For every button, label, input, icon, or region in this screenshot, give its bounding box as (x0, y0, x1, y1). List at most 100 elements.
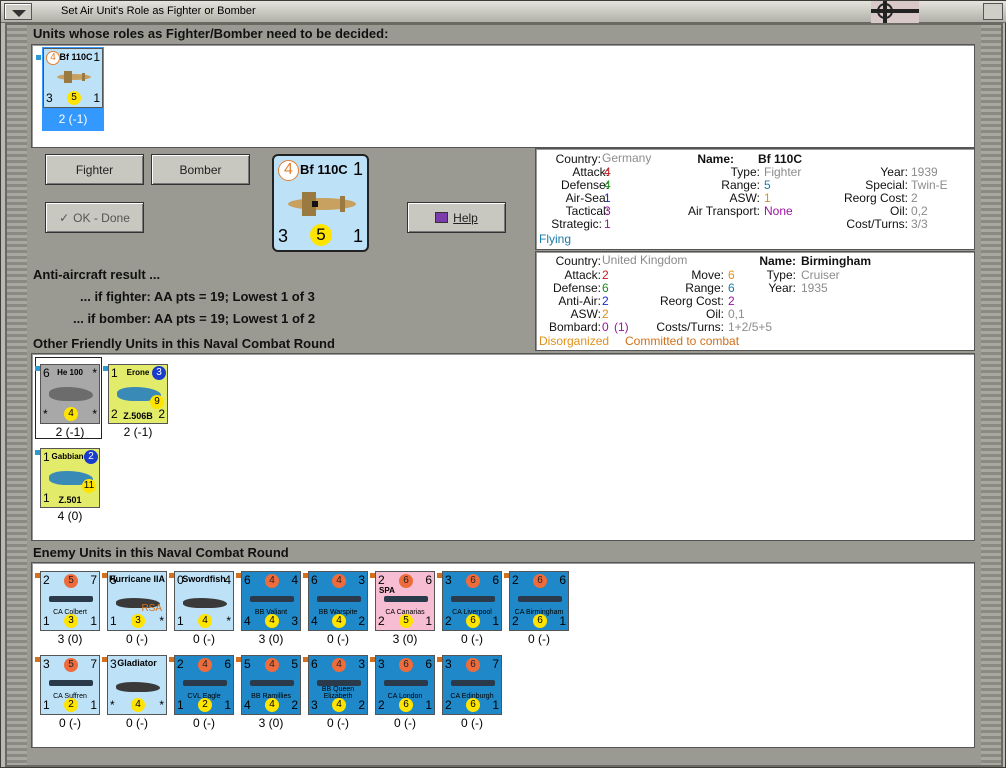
unit-bottom-right: 2 (358, 698, 365, 712)
label-n-type: Type: (766, 268, 796, 282)
label-n-anti-air: Anti-Air: (558, 294, 601, 308)
friendly-unit-counter[interactable]: 6 He 100 * * 4 * (40, 364, 100, 424)
label-defense: Defense: (560, 178, 609, 192)
naval-year: 1935 (801, 281, 828, 295)
unit-bottom-left: 1 (43, 614, 50, 628)
enemy-unit-counter[interactable]: 3 6 7 CA Edinburgh 2 6 1 (442, 655, 502, 715)
air-defense: 4 (604, 178, 611, 192)
ship-silhouette-icon (384, 680, 428, 686)
large-bottom-right: 1 (352, 226, 363, 246)
unit-top-right: 5 (291, 657, 298, 671)
unit-bottom-left: 4 (311, 614, 318, 628)
unit-marker (370, 573, 375, 578)
unit-strength: 0 (-) (59, 716, 81, 730)
large-plane-icon (288, 192, 356, 216)
unit-marker (36, 55, 41, 60)
friendly-unit-counter[interactable]: 1 Erone 3 Z.506B 2 9 2 (108, 364, 168, 424)
unit-top-right: 2 (84, 450, 98, 464)
air-air-transport: None (764, 204, 793, 218)
unit-marker (103, 366, 108, 371)
large-unit-counter: 4 Bf 110C 1 3 5 1 (272, 154, 369, 252)
enemy-unit-counter[interactable]: 3 6 6 CA London 2 6 1 (375, 655, 435, 715)
unit-bottom-left: 4 (244, 614, 251, 628)
unit-center: 4 (265, 698, 279, 712)
unit-center: 11 (82, 479, 96, 493)
unit-top-mid: 5 (64, 574, 78, 588)
large-attack-circle: 4 (278, 160, 299, 181)
label-n-costs-turns: Costs/Turns: (656, 320, 724, 334)
unit-center: 2 (198, 698, 212, 712)
unit-bottom-left: 3 (46, 91, 53, 105)
enemy-unit-counter[interactable]: 2 5 7 CA Colbert 1 3 1 (40, 571, 100, 631)
enemy-unit-counter[interactable]: 5 Hurricane IIA RSA 1 3 * (107, 571, 167, 631)
unit-top-mid: 6 (399, 658, 413, 672)
label-air-sea: Air-Sea: (565, 191, 609, 205)
unit-top-left: 5 (244, 657, 251, 671)
enemy-unit-counter[interactable]: 2 6 6 CA Birmingham 2 6 1 (509, 571, 569, 631)
ship-silhouette-icon (250, 680, 294, 686)
enemy-unit-counter[interactable]: 2 4 6 CVL Eagle 1 2 1 (174, 655, 234, 715)
unit-name: Hurricane IIA (108, 574, 166, 584)
enemy-unit-counter[interactable]: 6 4 3 BB Warspite 4 4 2 (308, 571, 368, 631)
air-attack: 4 (604, 165, 611, 179)
unit-bottom-right: 1 (224, 698, 231, 712)
enemy-unit-counter[interactable]: 6 4 3 BB Queen Elizabeth 3 4 2 (308, 655, 368, 715)
enemy-unit-counter[interactable]: 2 6 6 SPA CA Canarias 2 5 1 (375, 571, 435, 631)
close-button[interactable] (983, 3, 1003, 20)
unit-strength: 0 (-) (394, 716, 416, 730)
friendly-unit-counter[interactable]: 1 Gabbiano 2 Z.501 1 11 (40, 448, 100, 508)
ok-done-button[interactable]: ✓ OK - Done (45, 202, 144, 233)
unit-marker (169, 573, 174, 578)
unit-center: 5 (399, 614, 413, 628)
air-tactical: 3 (604, 204, 611, 218)
unit-bottom-left: 2 (378, 614, 385, 628)
unit-top-right: 7 (90, 573, 97, 587)
enemy-unit-counter[interactable]: 6 4 4 BB Valiant 4 4 3 (241, 571, 301, 631)
naval-status-b: Committed to combat (625, 334, 740, 348)
unit-strength: 3 (0) (57, 632, 83, 646)
enemy-unit-counter[interactable]: 0 4 Swordfish 1 4 * (174, 571, 234, 631)
unit-center: 4 (64, 407, 78, 421)
naval-country: United Kingdom (602, 253, 688, 267)
title-bar[interactable]: Set Air Unit's Role as Fighter or Bomber (1, 1, 1006, 23)
help-button[interactable]: Help (407, 202, 506, 233)
unit-marker (236, 657, 241, 662)
enemy-unit-counter[interactable]: 3 Gladiator * 4 * (107, 655, 167, 715)
unit-top-right: 4 (291, 573, 298, 587)
unit-strength: 0 (-) (528, 632, 550, 646)
unit-top-mid: 6 (533, 574, 547, 588)
unit-bottom-left: 4 (244, 698, 251, 712)
system-menu-button[interactable] (4, 3, 32, 20)
label-n-year: Year: (768, 281, 796, 295)
enemy-unit-counter[interactable]: 3 5 7 CA Suffren 1 2 1 (40, 655, 100, 715)
unit-counter-bf110c[interactable]: 4 Bf 110C 1 3 5 1 (43, 48, 103, 108)
unit-top-right: 3 (152, 366, 166, 380)
enemy-unit-counter[interactable]: 5 4 5 BB Ramillies 4 4 2 (241, 655, 301, 715)
ship-silhouette-icon (451, 596, 495, 602)
air-reorg-cost: 2 (911, 191, 918, 205)
unit-flag: SPA (379, 586, 395, 595)
unit-name: Gladiator (117, 658, 157, 668)
label-n-attack: Attack: (564, 268, 601, 282)
unit-top-right: 6 (425, 573, 432, 587)
label-n-move: Move: (691, 268, 724, 282)
label-n-defense: Defense: (552, 281, 601, 295)
unit-bottom-left: 1 (43, 491, 50, 505)
dialog-window: Set Air Unit's Role as Fighter or Bomber… (0, 0, 1006, 768)
unit-top-right: * (92, 366, 97, 380)
unit-top-right: 6 (492, 573, 499, 587)
unit-center: 4 (332, 698, 346, 712)
unit-strength: 3 (0) (392, 632, 418, 646)
unit-marker (437, 573, 442, 578)
fighter-button[interactable]: Fighter (45, 154, 144, 185)
bomber-button[interactable]: Bomber (151, 154, 250, 185)
naval-name: Birmingham (801, 254, 872, 268)
label-year: Year: (880, 165, 908, 179)
unit-strength: 2 (-1) (123, 425, 153, 439)
friendly-units-panel: 6 He 100 * * 4 * 2 (-1) 1 Erone 3 Z.506B 2 9 2 2 (-1) 1… (31, 353, 975, 541)
unit-strength: 0 (-) (461, 716, 483, 730)
unit-bottom-right: * (92, 407, 97, 421)
unit-strength: 0 (-) (126, 716, 148, 730)
label-range: Range: (721, 178, 760, 192)
enemy-unit-counter[interactable]: 3 6 6 CA Liverpool 2 6 1 (442, 571, 502, 631)
